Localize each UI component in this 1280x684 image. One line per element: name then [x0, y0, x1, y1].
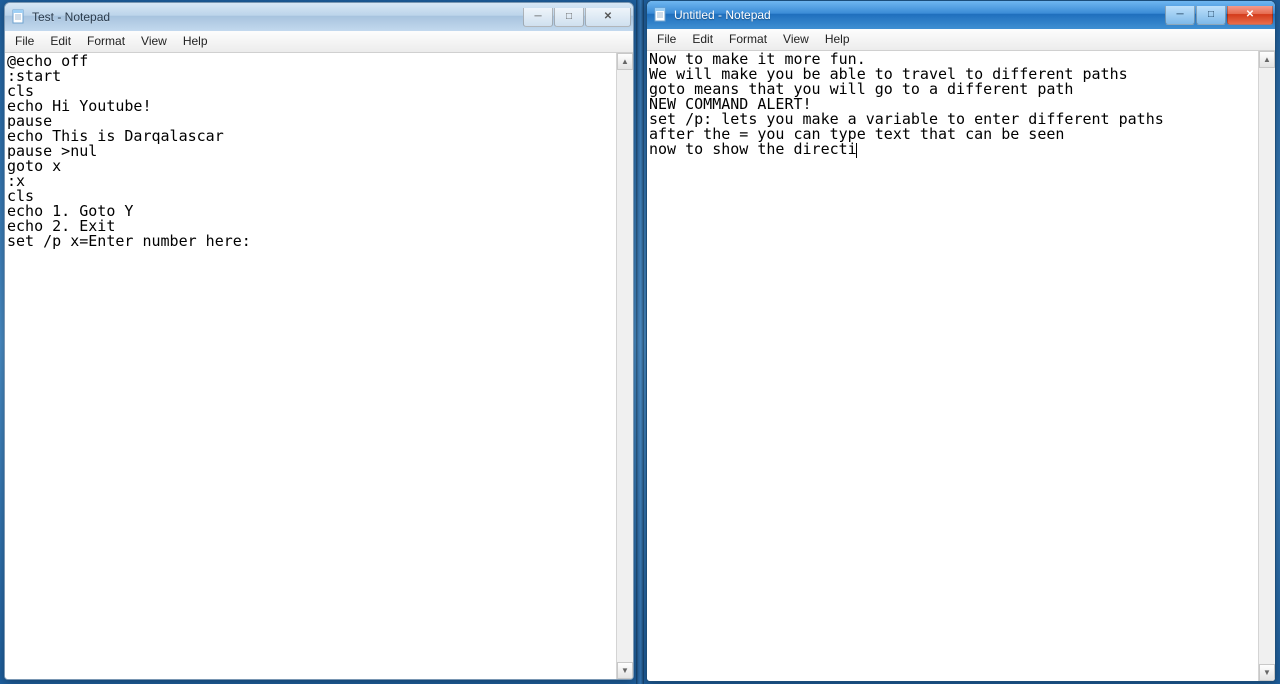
menubar-left: File Edit Format View Help	[5, 31, 633, 53]
titlebar-left[interactable]: Test - Notepad ─ □ ✕	[5, 3, 633, 31]
menu-format[interactable]: Format	[721, 29, 775, 50]
notepad-icon	[11, 9, 27, 25]
menu-help[interactable]: Help	[817, 29, 858, 50]
notepad-window-left: Test - Notepad ─ □ ✕ File Edit Format Vi…	[4, 2, 634, 680]
notepad-icon	[653, 7, 669, 23]
window-title-left: Test - Notepad	[32, 10, 523, 24]
menubar-right: File Edit Format View Help	[647, 29, 1275, 51]
minimize-button[interactable]: ─	[523, 8, 553, 27]
menu-view[interactable]: View	[133, 31, 175, 52]
vertical-scrollbar-right[interactable]: ▲ ▼	[1258, 51, 1275, 681]
text-editor-left[interactable]: @echo off :start cls echo Hi Youtube! pa…	[5, 53, 616, 679]
menu-file[interactable]: File	[649, 29, 684, 50]
scroll-track[interactable]	[617, 70, 633, 662]
client-area-right: Now to make it more fun. We will make yo…	[647, 51, 1275, 681]
window-controls-right: ─ □ ✕	[1165, 6, 1273, 25]
menu-file[interactable]: File	[7, 31, 42, 52]
titlebar-right[interactable]: Untitled - Notepad ─ □ ✕	[647, 1, 1275, 29]
menu-view[interactable]: View	[775, 29, 817, 50]
scroll-track[interactable]	[1259, 68, 1275, 664]
client-area-left: @echo off :start cls echo Hi Youtube! pa…	[5, 53, 633, 679]
maximize-button[interactable]: □	[1196, 6, 1226, 25]
close-button[interactable]: ✕	[585, 8, 631, 27]
vertical-scrollbar-left[interactable]: ▲ ▼	[616, 53, 633, 679]
menu-help[interactable]: Help	[175, 31, 216, 52]
scroll-up-button[interactable]: ▲	[617, 53, 633, 70]
close-button[interactable]: ✕	[1227, 6, 1273, 25]
notepad-window-right: Untitled - Notepad ─ □ ✕ File Edit Forma…	[646, 0, 1276, 682]
menu-edit[interactable]: Edit	[42, 31, 79, 52]
menu-edit[interactable]: Edit	[684, 29, 721, 50]
maximize-button[interactable]: □	[554, 8, 584, 27]
desktop-divider	[636, 0, 644, 684]
minimize-button[interactable]: ─	[1165, 6, 1195, 25]
text-editor-right[interactable]: Now to make it more fun. We will make yo…	[647, 51, 1258, 681]
scroll-up-button[interactable]: ▲	[1259, 51, 1275, 68]
menu-format[interactable]: Format	[79, 31, 133, 52]
scroll-down-button[interactable]: ▼	[1259, 664, 1275, 681]
window-title-right: Untitled - Notepad	[674, 8, 1165, 22]
window-controls-left: ─ □ ✕	[523, 8, 631, 27]
scroll-down-button[interactable]: ▼	[617, 662, 633, 679]
